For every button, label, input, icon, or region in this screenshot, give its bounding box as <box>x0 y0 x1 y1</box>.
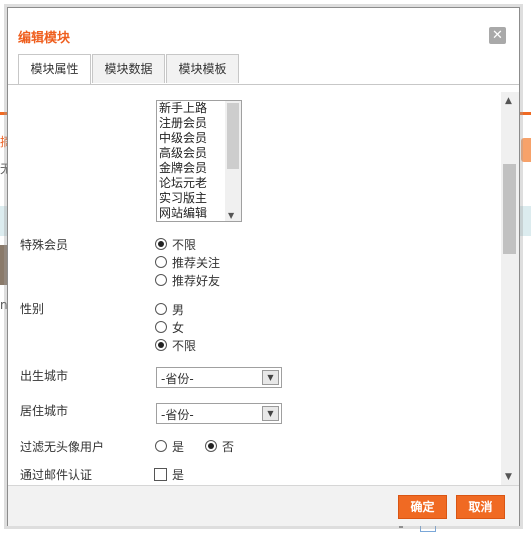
live-city-select[interactable]: -省份- ▼ <box>156 403 282 424</box>
chevron-down-icon[interactable]: ▼ <box>228 211 234 220</box>
gender-radio-unlimited[interactable] <box>155 339 167 351</box>
form-content: 新手上路 注册会员 中级会员 高级会员 金牌会员 论坛元老 实习版主 网站编辑 … <box>8 92 500 485</box>
select-value: -省份- <box>161 372 194 386</box>
radio-label: 不限 <box>172 238 197 252</box>
birth-city-select[interactable]: -省份- ▼ <box>156 367 282 388</box>
background-orange-tag <box>521 138 531 162</box>
tab-divider <box>8 84 519 85</box>
chevron-down-icon[interactable]: ▼ <box>262 370 279 385</box>
email-verified-checkbox[interactable] <box>154 468 167 481</box>
filter-no-avatar-radio-yes[interactable] <box>155 440 167 452</box>
radio-label: 女 <box>172 321 185 335</box>
chevron-down-icon[interactable]: ▼ <box>262 406 279 421</box>
member-group-listbox[interactable]: 新手上路 注册会员 中级会员 高级会员 金牌会员 论坛元老 实习版主 网站编辑 … <box>156 100 242 222</box>
birth-city-label: 出生城市 <box>20 369 69 383</box>
gender-radio-female[interactable] <box>155 321 167 333</box>
edit-module-dialog: 编辑模块 ✕ 模块属性 模块数据 模块模板 新手上路 注册会员 中级会员 高级会… <box>7 7 520 526</box>
radio-label: 男 <box>172 303 185 317</box>
radio-label: 不限 <box>172 339 197 353</box>
background-text-1: 摘 <box>0 135 7 149</box>
chevron-up-icon[interactable]: ▲ <box>505 96 512 106</box>
background-avatar <box>0 245 7 285</box>
radio-label: 推荐关注 <box>172 256 221 270</box>
checkbox-label: 是 <box>172 468 185 482</box>
tab-module-template[interactable]: 模块模板 <box>166 54 239 83</box>
content-scrollbar[interactable]: ▲ ▼ <box>501 92 519 485</box>
filter-no-avatar-label: 过滤无头像用户 <box>20 440 105 454</box>
dialog-footer: 确定 取消 <box>8 485 519 526</box>
radio-label: 是 <box>172 440 185 454</box>
confirm-button[interactable]: 确定 <box>398 495 447 519</box>
special-member-label: 特殊会员 <box>20 238 69 252</box>
close-icon[interactable]: ✕ <box>489 27 506 44</box>
tab-module-properties[interactable]: 模块属性 <box>18 54 91 84</box>
gender-label: 性别 <box>20 302 45 316</box>
special-member-radio-unlimited[interactable] <box>155 238 167 250</box>
dialog-title: 编辑模块 <box>18 31 71 46</box>
special-member-radio-recommend-friend[interactable] <box>155 274 167 286</box>
cancel-button[interactable]: 取消 <box>456 495 505 519</box>
email-verified-label: 通过邮件认证 <box>20 468 93 482</box>
background-text-3: n <box>0 298 7 312</box>
listbox-scrollbar[interactable]: ▼ <box>225 101 241 221</box>
tab-module-data[interactable]: 模块数据 <box>92 54 165 83</box>
select-value: -省份- <box>161 408 194 422</box>
chevron-down-icon[interactable]: ▼ <box>505 472 512 482</box>
radio-label: 否 <box>222 440 235 454</box>
content-scroll-thumb[interactable] <box>503 164 516 254</box>
live-city-label: 居住城市 <box>20 404 69 418</box>
filter-no-avatar-radio-no[interactable] <box>205 440 217 452</box>
listbox-scroll-thumb[interactable] <box>227 103 239 169</box>
special-member-radio-recommend-follow[interactable] <box>155 256 167 268</box>
radio-label: 推荐好友 <box>172 274 221 288</box>
gender-radio-male[interactable] <box>155 303 167 315</box>
background-text-2: 无 <box>0 162 7 176</box>
